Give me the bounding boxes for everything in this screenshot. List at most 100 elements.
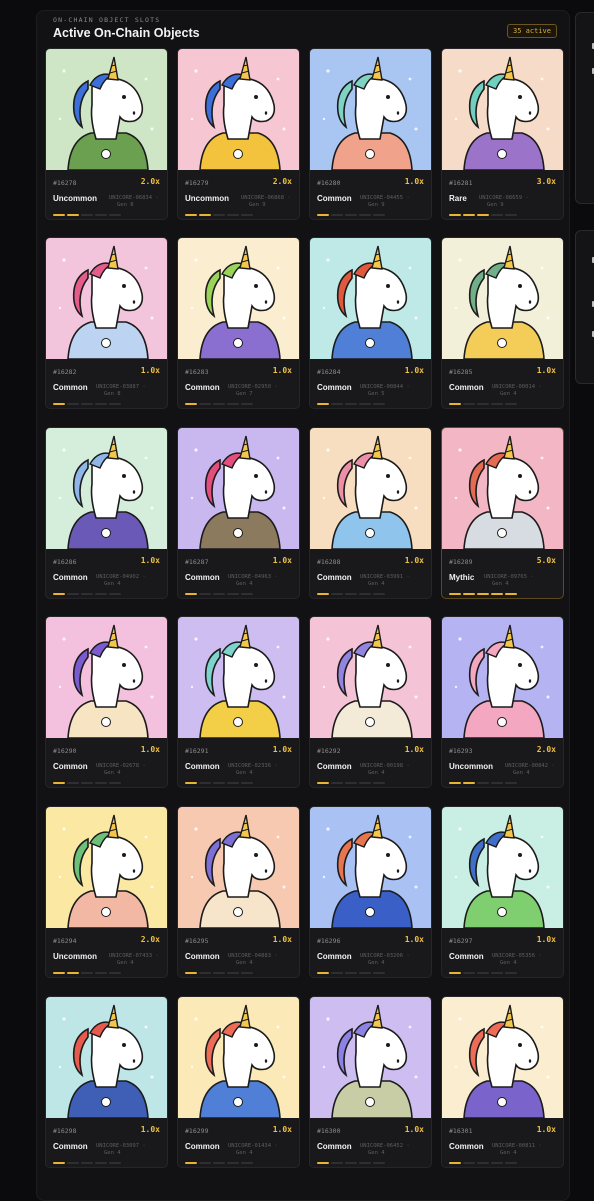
level-pip — [449, 214, 461, 216]
card-info: #16301 1.0x Common UNICORE-00811 · Gen 4 — [442, 1118, 563, 1167]
unicore-meta: UNICORE-04902 · Gen 4 — [96, 574, 146, 588]
level-pip — [331, 214, 343, 216]
generation: Gen 4 — [368, 1150, 385, 1156]
generation: Gen 4 — [492, 581, 509, 587]
unicore-id: UNICORE-06834 · — [109, 195, 159, 201]
multiplier: 1.0x — [140, 1125, 160, 1134]
object-card[interactable]: #16299 1.0x Common UNICORE-01434 · Gen 4 — [177, 996, 300, 1168]
object-card[interactable]: #16280 1.0x Common UNICORE-04455 · Gen 9 — [309, 48, 432, 220]
generation: Gen 4 — [236, 1150, 253, 1156]
object-card[interactable]: #16300 1.0x Common UNICORE-06452 · Gen 4 — [309, 996, 432, 1168]
level-pip — [345, 782, 357, 784]
object-card[interactable]: #16292 1.0x Common UNICORE-00198 · Gen 4 — [309, 616, 432, 788]
generation: Gen 4 — [236, 770, 253, 776]
object-card[interactable]: #16286 1.0x Common UNICORE-04902 · Gen 4 — [45, 427, 168, 599]
rarity-level-bar — [449, 214, 517, 216]
side-panel-card[interactable] — [575, 230, 594, 384]
unicore-meta: UNICORE-03887 · Gen 8 — [96, 384, 146, 398]
unicore-id: UNICORE-02950 · — [228, 384, 278, 390]
vest-icon — [233, 528, 243, 538]
object-card[interactable]: #16289 5.0x Mythic UNICORE-09765 · Gen 4 — [441, 427, 564, 599]
multiplier: 1.0x — [404, 556, 424, 565]
rarity-label: Rare — [449, 194, 467, 203]
object-card[interactable]: #16284 1.0x Common UNICORE-00844 · Gen 5 — [309, 237, 432, 409]
level-pip — [345, 593, 357, 595]
object-card[interactable]: #16296 1.0x Common UNICORE-03206 · Gen 4 — [309, 806, 432, 978]
rarity-level-bar — [185, 782, 253, 784]
unicore-meta: UNICORE-00811 · Gen 4 — [492, 1143, 542, 1157]
rarity-level-bar — [53, 782, 121, 784]
level-pip — [213, 403, 225, 405]
object-card[interactable]: #16287 1.0x Common UNICORE-04963 · Gen 4 — [177, 427, 300, 599]
level-pip — [213, 593, 225, 595]
object-card[interactable]: #16291 1.0x Common UNICORE-02336 · Gen 4 — [177, 616, 300, 788]
side-panel-card[interactable] — [575, 12, 594, 204]
rarity-level-bar — [53, 214, 121, 216]
visor-icon — [497, 149, 507, 159]
unicorn-artwork — [178, 807, 299, 928]
object-card[interactable]: #16281 3.0x Rare UNICORE-08659 · Gen 9 — [441, 48, 564, 220]
section-eyebrow: ON-CHAIN OBJECT SLOTS — [53, 16, 161, 24]
object-card[interactable]: #16294 2.0x Uncommon UNICORE-07433 · Gen 4 — [45, 806, 168, 978]
card-info: #16289 5.0x Mythic UNICORE-09765 · Gen 4 — [442, 549, 563, 598]
level-pip — [67, 214, 79, 216]
level-pip — [185, 214, 197, 216]
card-info: #16300 1.0x Common UNICORE-06452 · Gen 4 — [310, 1118, 431, 1167]
unicorn-artwork — [442, 617, 563, 738]
unicore-id: UNICORE-05356 · — [492, 953, 542, 959]
unicore-id: UNICORE-03991 · — [360, 574, 410, 580]
object-card[interactable]: #16301 1.0x Common UNICORE-00811 · Gen 4 — [441, 996, 564, 1168]
object-card[interactable]: #16283 1.0x Common UNICORE-02950 · Gen 7 — [177, 237, 300, 409]
level-pip — [345, 403, 357, 405]
generation: Gen 4 — [117, 960, 134, 966]
level-pip — [227, 403, 239, 405]
object-card[interactable]: #16295 1.0x Common UNICORE-04883 · Gen 4 — [177, 806, 300, 978]
unicore-meta: UNICORE-02678 · Gen 4 — [96, 763, 146, 777]
multiplier: 2.0x — [536, 745, 556, 754]
level-pip — [95, 782, 107, 784]
object-card[interactable]: #16285 1.0x Common UNICORE-00014 · Gen 4 — [441, 237, 564, 409]
unicore-id: UNICORE-06452 · — [360, 1143, 410, 1149]
object-card[interactable]: #16297 1.0x Common UNICORE-05356 · Gen 4 — [441, 806, 564, 978]
apple-icon — [365, 1097, 375, 1107]
object-card[interactable]: #16293 2.0x Uncommon UNICORE-00842 · Gen 4 — [441, 616, 564, 788]
robot-icon — [497, 528, 507, 538]
object-card[interactable]: #16290 1.0x Common UNICORE-02678 · Gen 4 — [45, 616, 168, 788]
flower-icon — [233, 338, 243, 348]
level-pip — [53, 972, 65, 974]
level-pip — [81, 782, 93, 784]
multiplier: 1.0x — [272, 556, 292, 565]
level-pip — [345, 214, 357, 216]
apron-icon — [365, 717, 375, 727]
multiplier: 2.0x — [140, 935, 160, 944]
card-info: #16294 2.0x Uncommon UNICORE-07433 · Gen 4 — [46, 928, 167, 977]
token-id: #16281 — [449, 179, 473, 187]
unicorn-artwork — [310, 617, 431, 738]
level-pip — [81, 593, 93, 595]
level-pip — [373, 593, 385, 595]
level-pip — [477, 782, 489, 784]
object-card[interactable]: #16278 2.0x Uncommon UNICORE-06834 · Gen 8 — [45, 48, 168, 220]
unicore-id: UNICORE-07433 · — [109, 953, 159, 959]
level-pip — [199, 1162, 211, 1164]
unicore-meta: UNICORE-03097 · Gen 4 — [96, 1143, 146, 1157]
unicore-id: UNICORE-00014 · — [492, 384, 542, 390]
rarity-label: Common — [53, 383, 88, 392]
unicore-id: UNICORE-00198 · — [360, 763, 410, 769]
object-card[interactable]: #16279 2.0x Uncommon UNICORE-06868 · Gen 9 — [177, 48, 300, 220]
object-card[interactable]: #16288 1.0x Common UNICORE-03991 · Gen 4 — [309, 427, 432, 599]
unicorn-artwork — [46, 238, 167, 359]
planet-icon — [233, 907, 243, 917]
heart-icon — [365, 338, 375, 348]
level-pip — [185, 593, 197, 595]
mushroom-icon — [365, 149, 375, 159]
unicorn-artwork — [442, 997, 563, 1118]
rarity-label: Common — [317, 573, 352, 582]
rarity-level-bar — [185, 972, 253, 974]
unicore-meta: UNICORE-00844 · Gen 5 — [360, 384, 410, 398]
object-card[interactable]: #16298 1.0x Common UNICORE-03097 · Gen 4 — [45, 996, 168, 1168]
unicorn-artwork — [310, 238, 431, 359]
flower-icon — [101, 717, 111, 727]
object-card[interactable]: #16282 1.0x Common UNICORE-03887 · Gen 8 — [45, 237, 168, 409]
card-info: #16297 1.0x Common UNICORE-05356 · Gen 4 — [442, 928, 563, 977]
